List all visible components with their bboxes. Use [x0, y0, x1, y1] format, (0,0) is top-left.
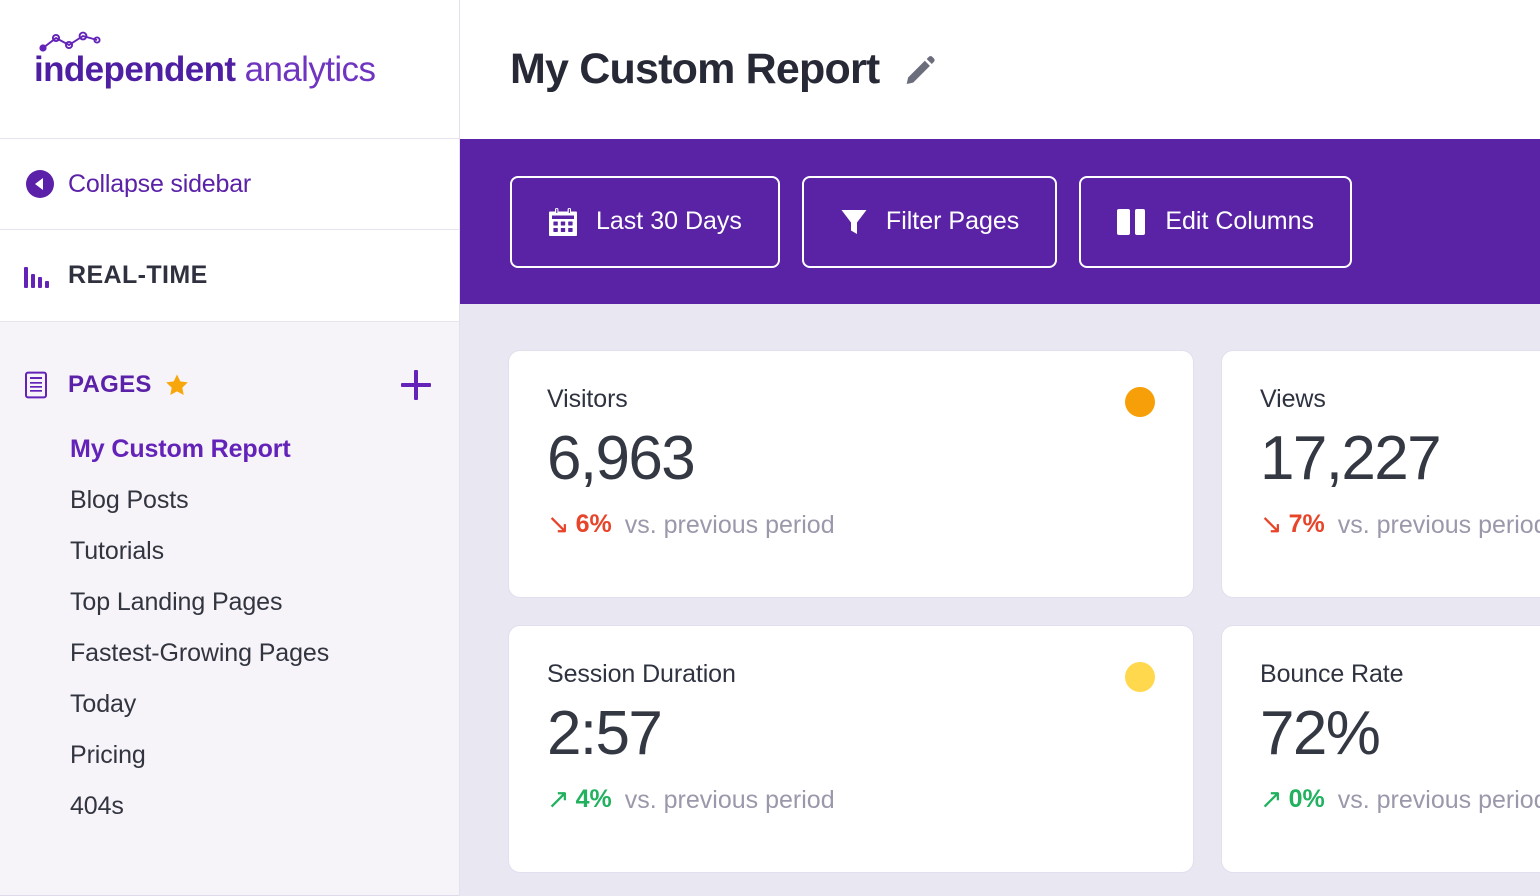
sidebar-item-today[interactable]: Today: [70, 679, 459, 730]
stat-head: Session Duration: [547, 660, 1155, 692]
stat-value: 72%: [1260, 699, 1381, 768]
page-title: My Custom Report: [510, 45, 880, 93]
stat-card-bounce-rate[interactable]: Bounce Rate 72% ↗ 0% vs. previous period: [1221, 625, 1540, 873]
sidebar-item-pricing[interactable]: Pricing: [70, 730, 459, 781]
pages-section: PAGES My Custom Report Blog Posts Tutori…: [0, 322, 459, 896]
sidebar: independent analytics Collapse sidebar R…: [0, 0, 460, 896]
arrow-down-right-icon: ↘: [1260, 509, 1283, 540]
sidebar-item-top-landing-pages[interactable]: Top Landing Pages: [70, 577, 459, 628]
stat-change: ↘ 6% vs. previous period: [547, 510, 1155, 540]
collapse-sidebar-label: Collapse sidebar: [68, 169, 252, 198]
stat-change-main: ↘ 6%: [547, 510, 612, 539]
line-chart-logo-mark-icon: [39, 31, 101, 52]
logo-wrap: independent analytics: [34, 31, 376, 89]
sidebar-item-my-custom-report[interactable]: My Custom Report: [70, 424, 459, 475]
stat-value: 6,963: [547, 424, 696, 493]
arrow-up-right-icon: ↗: [1260, 784, 1283, 815]
sidebar-item-real-time[interactable]: REAL-TIME: [0, 230, 459, 322]
filter-pages-label: Filter Pages: [885, 207, 1020, 235]
edit-columns-button[interactable]: Edit Columns: [1079, 175, 1352, 268]
app-root: independent analytics Collapse sidebar R…: [0, 0, 1540, 896]
funnel-icon: [841, 209, 867, 234]
stat-change: ↗ 4% vs. previous period: [547, 785, 1155, 815]
arrow-down-right-icon: ↘: [547, 509, 570, 540]
stat-label: Visitors: [547, 385, 628, 413]
stat-color-dot: [1125, 662, 1155, 692]
stat-change-note: vs. previous period: [1337, 511, 1540, 540]
stat-card-views[interactable]: Views 17,227 ↘ 7% vs. previous period: [1221, 350, 1540, 598]
stat-label: Views: [1260, 385, 1326, 413]
star-icon[interactable]: [165, 373, 189, 397]
pages-section-header: PAGES: [0, 368, 459, 402]
stat-value: 2:57: [547, 699, 663, 768]
stat-head: Views: [1260, 385, 1540, 417]
collapse-sidebar-button[interactable]: Collapse sidebar: [0, 139, 459, 230]
stat-head: Bounce Rate: [1260, 660, 1540, 692]
stat-change-value: 6%: [575, 510, 612, 539]
logo-bold: independent: [34, 49, 236, 89]
arrow-up-right-icon: ↗: [547, 784, 570, 815]
logo-light: analytics: [235, 49, 376, 89]
stat-change-note: vs. previous period: [624, 511, 835, 540]
stat-value: 17,227: [1260, 424, 1442, 493]
real-time-label: REAL-TIME: [68, 261, 208, 289]
stat-color-dot: [1125, 387, 1155, 417]
stat-label: Session Duration: [547, 660, 736, 688]
sidebar-item-fastest-growing-pages[interactable]: Fastest-Growing Pages: [70, 628, 459, 679]
stat-change-main: ↗ 0%: [1260, 785, 1325, 814]
stat-change-note: vs. previous period: [1337, 786, 1540, 815]
stat-change-note: vs. previous period: [624, 786, 835, 815]
toolbar: Last 30 Days Filter Pages Edit Columns: [460, 139, 1540, 304]
pages-list: My Custom Report Blog Posts Tutorials To…: [0, 424, 459, 832]
sidebar-logo[interactable]: independent analytics: [0, 0, 459, 139]
filter-pages-button[interactable]: Filter Pages: [801, 175, 1058, 268]
page-header: My Custom Report: [460, 0, 1540, 139]
pencil-icon[interactable]: [903, 53, 937, 87]
logo-text: independent analytics: [34, 49, 376, 89]
stat-change-value: 7%: [1288, 510, 1325, 539]
document-list-icon: [25, 371, 47, 399]
date-range-button[interactable]: Last 30 Days: [510, 175, 780, 268]
stat-label: Bounce Rate: [1260, 660, 1404, 688]
add-page-button[interactable]: [401, 370, 431, 400]
columns-icon: [1117, 208, 1147, 235]
chevron-left-circle-icon: [26, 170, 54, 198]
stat-change-value: 4%: [575, 785, 612, 814]
main-content: My Custom Report Last 30 Days Filter Pag…: [460, 0, 1540, 896]
stat-change: ↘ 7% vs. previous period: [1260, 510, 1540, 540]
sidebar-item-tutorials[interactable]: Tutorials: [70, 526, 459, 577]
stat-change-main: ↗ 4%: [547, 785, 612, 814]
stats-grid: Visitors 6,963 ↘ 6% vs. previous period …: [460, 304, 1540, 896]
stat-change: ↗ 0% vs. previous period: [1260, 785, 1540, 815]
stat-card-visitors[interactable]: Visitors 6,963 ↘ 6% vs. previous period: [508, 350, 1194, 598]
stat-change-value: 0%: [1288, 785, 1325, 814]
edit-columns-label: Edit Columns: [1165, 207, 1314, 235]
pages-section-title: PAGES: [68, 371, 152, 398]
calendar-icon: [549, 207, 577, 236]
stat-change-main: ↘ 7%: [1260, 510, 1325, 539]
sidebar-item-404s[interactable]: 404s: [70, 781, 459, 832]
date-range-label: Last 30 Days: [596, 207, 742, 235]
bar-chart-icon: [24, 264, 50, 288]
stat-head: Visitors: [547, 385, 1155, 417]
stat-card-session-duration[interactable]: Session Duration 2:57 ↗ 4% vs. previous …: [508, 625, 1194, 873]
sidebar-item-blog-posts[interactable]: Blog Posts: [70, 475, 459, 526]
